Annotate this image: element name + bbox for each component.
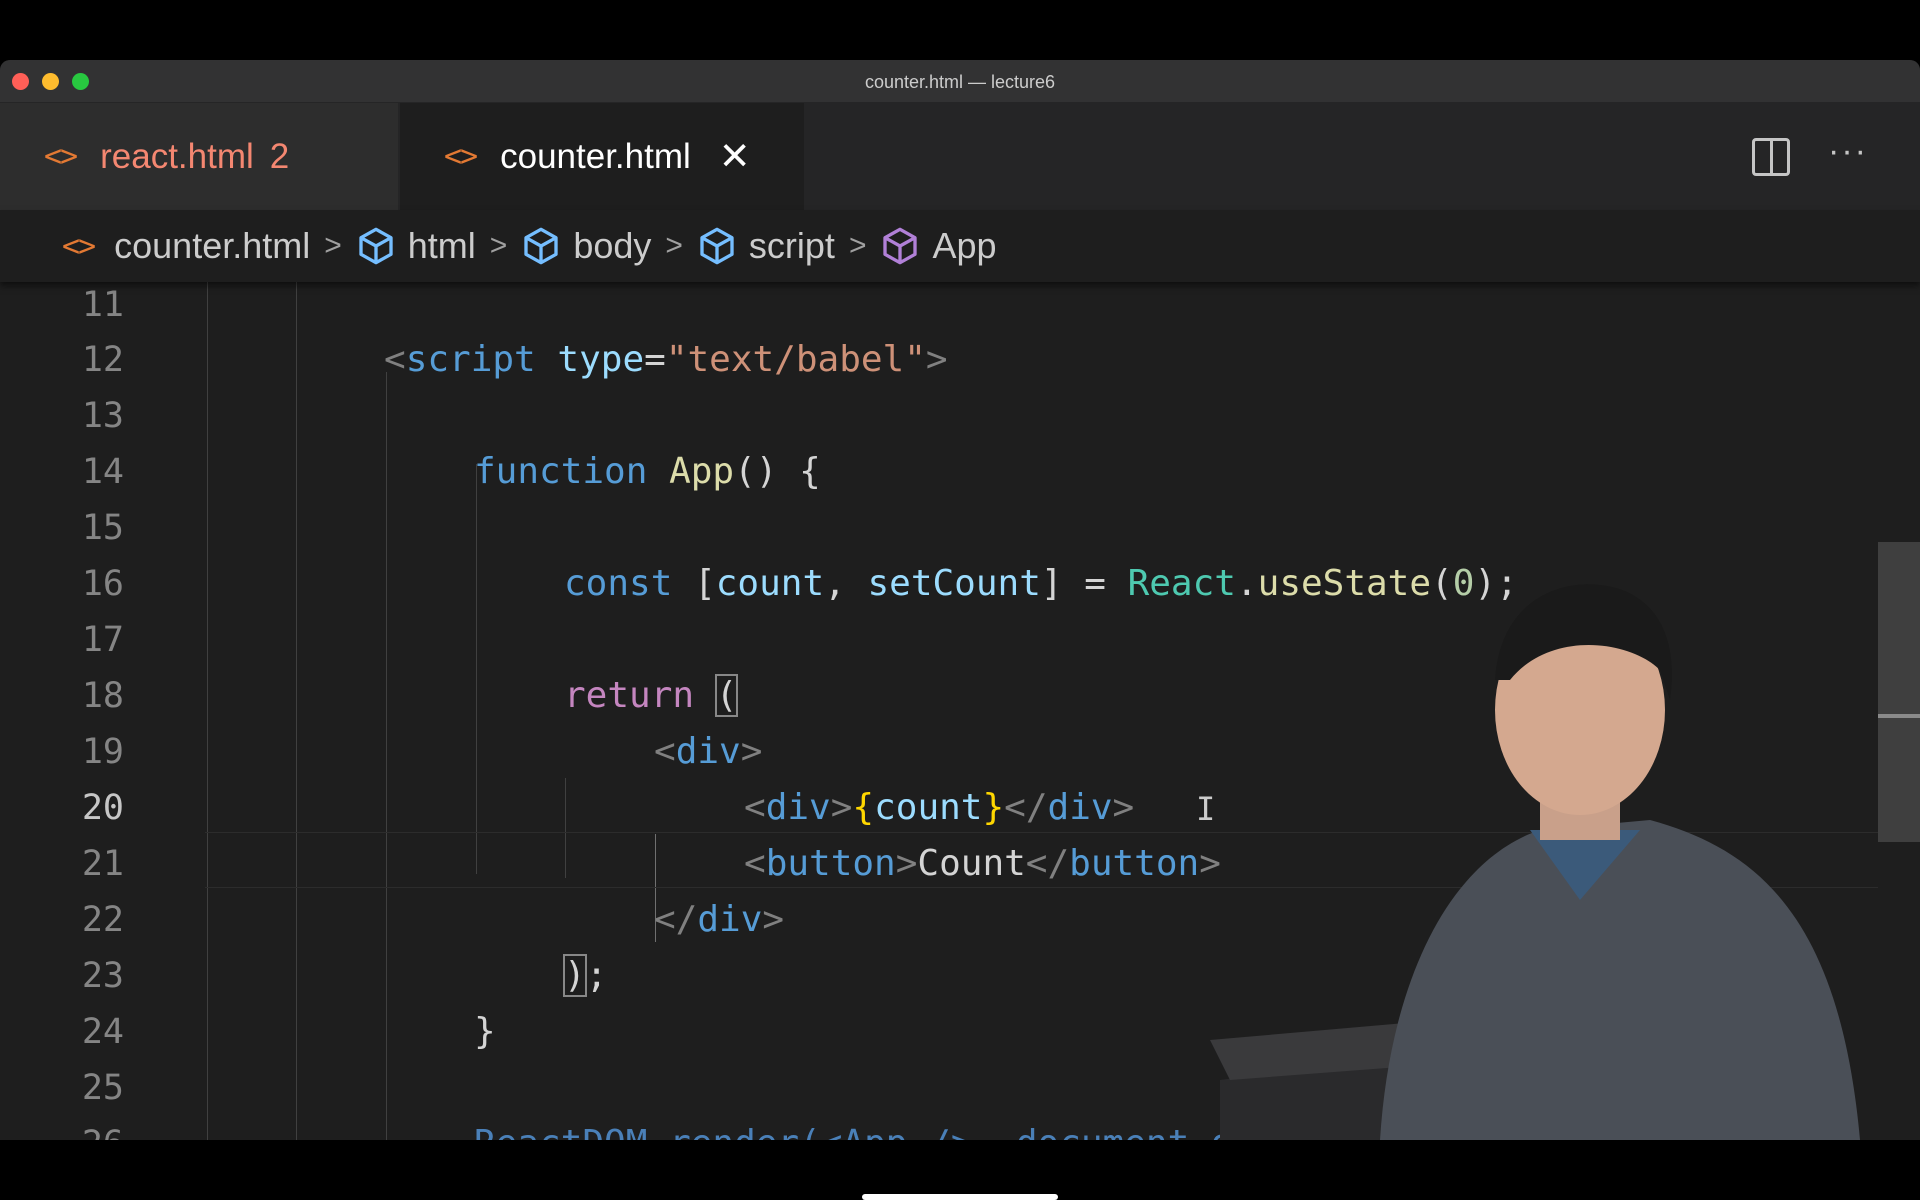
breadcrumb: <> counter.html > html > body > script >… (0, 210, 1920, 282)
presenter-video-overlay (1210, 584, 1860, 1140)
chevron-right-icon: > (324, 229, 342, 262)
tab-label: counter.html (500, 136, 691, 176)
bracket-match: ( (714, 674, 739, 717)
breadcrumb-label: html (407, 225, 476, 266)
tab-bar: <> react.html 2 <> counter.html ✕ ··· (0, 103, 1920, 210)
line-number: 19 (81, 732, 124, 772)
breadcrumb-file[interactable]: counter.html (114, 225, 310, 267)
line-number: 20 (81, 788, 124, 828)
cube-icon (700, 227, 734, 265)
breadcrumb-label: script (748, 225, 835, 266)
problems-count-badge: 2 (269, 136, 290, 176)
code-text: <div>{count}</div> (744, 787, 1135, 828)
code-icon: <> (44, 139, 78, 174)
code-icon: <> (62, 228, 96, 264)
sweater-shape (1380, 820, 1860, 1140)
code-text: ); (563, 954, 608, 997)
line-number: 26 (0, 1116, 124, 1140)
cube-icon (524, 227, 558, 265)
cube-icon (359, 227, 393, 265)
title-bar: counter.html — lecture6 (0, 60, 1920, 103)
breadcrumb-html[interactable]: html (356, 225, 476, 267)
code-text: </div> (654, 899, 785, 940)
chevron-right-icon: > (489, 229, 508, 262)
line-number: 11 (81, 285, 124, 325)
line-number: 21 (81, 844, 124, 884)
home-indicator (862, 1194, 1058, 1200)
code-line: 15 (0, 500, 1880, 556)
tab-counter-html[interactable]: <> counter.html ✕ (400, 103, 804, 210)
code-text: function App() { (474, 451, 821, 492)
window-title: counter.html — lecture6 (864, 72, 1056, 92)
tab-react-html[interactable]: <> react.html 2 (0, 103, 398, 210)
code-line: 13 (0, 388, 1880, 444)
function-cube-icon (883, 227, 918, 265)
code-text: } (474, 1011, 496, 1052)
line-number: 18 (81, 676, 124, 716)
line-number: 15 (81, 508, 124, 548)
line-number: 17 (81, 620, 124, 660)
breadcrumb-label: App (932, 225, 997, 266)
line-number: 24 (81, 1012, 124, 1052)
tab-label: react.html (100, 136, 254, 176)
split-editor-icon[interactable] (1752, 138, 1790, 176)
code-text: <button>Count</button> (744, 843, 1221, 884)
code-text: return ( (564, 674, 739, 717)
more-actions-icon[interactable]: ··· (1828, 134, 1868, 168)
code-text: <script type="text/babel"> (384, 339, 948, 380)
line-number: 25 (81, 1068, 124, 1108)
line-number: 13 (81, 396, 124, 436)
breadcrumb-script[interactable]: script (697, 225, 835, 267)
line-number: 23 (81, 956, 124, 996)
chevron-right-icon: > (848, 229, 867, 262)
line-number: 12 (81, 340, 124, 380)
code-icon: <> (444, 139, 478, 174)
line-number: 16 (81, 564, 124, 604)
breadcrumb-app[interactable]: App (880, 225, 997, 267)
code-text: ReactDOM.render(<App />, document.g (474, 1116, 1233, 1140)
code-line: 14 function App() { (0, 444, 1880, 500)
breadcrumb-body[interactable]: body (521, 225, 651, 267)
line-number: 14 (81, 452, 124, 492)
bracket-match: ) (563, 954, 587, 997)
code-line: 11 (0, 282, 1880, 333)
breadcrumb-label: body (573, 225, 652, 266)
close-tab-icon[interactable]: ✕ (719, 134, 751, 179)
code-line: 12 <script type="text/babel"> (0, 332, 1880, 388)
code-text: <div> (654, 731, 763, 772)
line-number: 22 (81, 900, 124, 940)
chevron-right-icon: > (665, 229, 683, 262)
